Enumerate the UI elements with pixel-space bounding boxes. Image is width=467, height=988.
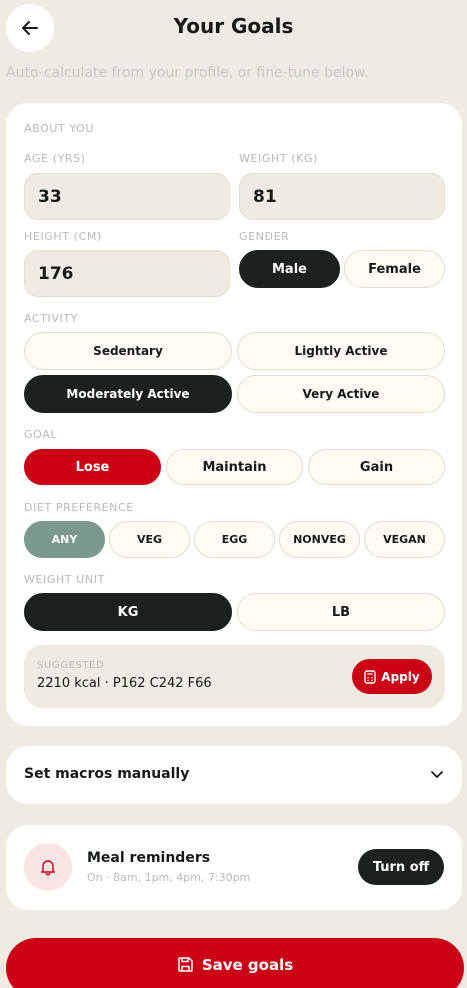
diet-label: DIET PREFERENCE <box>24 501 134 514</box>
diet-any-button[interactable]: ANY <box>24 521 105 558</box>
activity-label: ACTIVITY <box>24 312 78 325</box>
activity-very-active-button[interactable]: Very Active <box>237 375 445 413</box>
about-section-label: ABOUT YOU <box>24 122 95 135</box>
gender-label: GENDER <box>239 230 290 243</box>
diet-vegan-button[interactable]: VEGAN <box>364 521 445 558</box>
reminders-title: Meal reminders <box>87 850 211 866</box>
diet-nonveg-button[interactable]: NONVEG <box>279 521 360 558</box>
age-label: AGE (YRS) <box>24 152 86 165</box>
suggested-value: 2210 kcal · P162 C242 F66 <box>37 676 212 691</box>
diet-egg-button[interactable]: EGG <box>194 521 275 558</box>
height-input[interactable]: 176 <box>24 250 230 297</box>
goal-lose-button[interactable]: Lose <box>24 449 161 485</box>
chevron-down-icon <box>431 771 443 778</box>
activity-moderately-active-button[interactable]: Moderately Active <box>24 375 232 413</box>
page-title: Your Goals <box>173 14 294 38</box>
manual-macros-toggle[interactable]: Set macros manually <box>6 746 462 804</box>
goal-maintain-button[interactable]: Maintain <box>166 449 303 485</box>
diet-veg-button[interactable]: VEG <box>109 521 190 558</box>
meal-reminders-card: Meal reminders On · 8am, 1pm, 4pm, 7:30p… <box>6 825 462 910</box>
height-label: HEIGHT (CM) <box>24 230 102 243</box>
manual-macros-label: Set macros manually <box>24 766 190 782</box>
goal-label: GOAL <box>24 428 58 441</box>
unit-lb-button[interactable]: LB <box>237 593 445 631</box>
save-icon <box>178 957 193 972</box>
apply-label: Apply <box>381 669 420 684</box>
unit-kg-button[interactable]: KG <box>24 593 232 631</box>
age-input[interactable]: 33 <box>24 173 230 220</box>
gender-male-button[interactable]: Male <box>239 250 340 288</box>
calculator-icon <box>364 669 376 684</box>
reminders-schedule: On · 8am, 1pm, 4pm, 7:30pm <box>87 871 251 884</box>
activity-lightly-active-button[interactable]: Lightly Active <box>237 332 445 370</box>
weight-input[interactable]: 81 <box>239 173 445 220</box>
weight-label: WEIGHT (KG) <box>239 152 319 165</box>
turn-off-button[interactable]: Turn off <box>358 849 444 885</box>
apply-button[interactable]: Apply <box>352 659 432 694</box>
suggested-label: SUGGESTED <box>37 660 105 671</box>
gender-female-button[interactable]: Female <box>344 250 445 288</box>
suggested-panel: SUGGESTED 2210 kcal · P162 C242 F66 Appl… <box>24 645 445 708</box>
bell-icon <box>41 860 55 876</box>
bell-badge <box>24 843 72 891</box>
weight-unit-label: WEIGHT UNIT <box>24 573 105 586</box>
save-goals-label: Save goals <box>201 956 294 974</box>
profile-card: ABOUT YOU AGE (YRS) 33 WEIGHT (KG) 81 HE… <box>6 103 462 726</box>
goal-gain-button[interactable]: Gain <box>308 449 445 485</box>
save-goals-button[interactable]: Save goals <box>6 938 464 988</box>
activity-sedentary-button[interactable]: Sedentary <box>24 332 232 370</box>
page-subtitle: Auto-calculate from your profile, or fin… <box>6 65 369 81</box>
